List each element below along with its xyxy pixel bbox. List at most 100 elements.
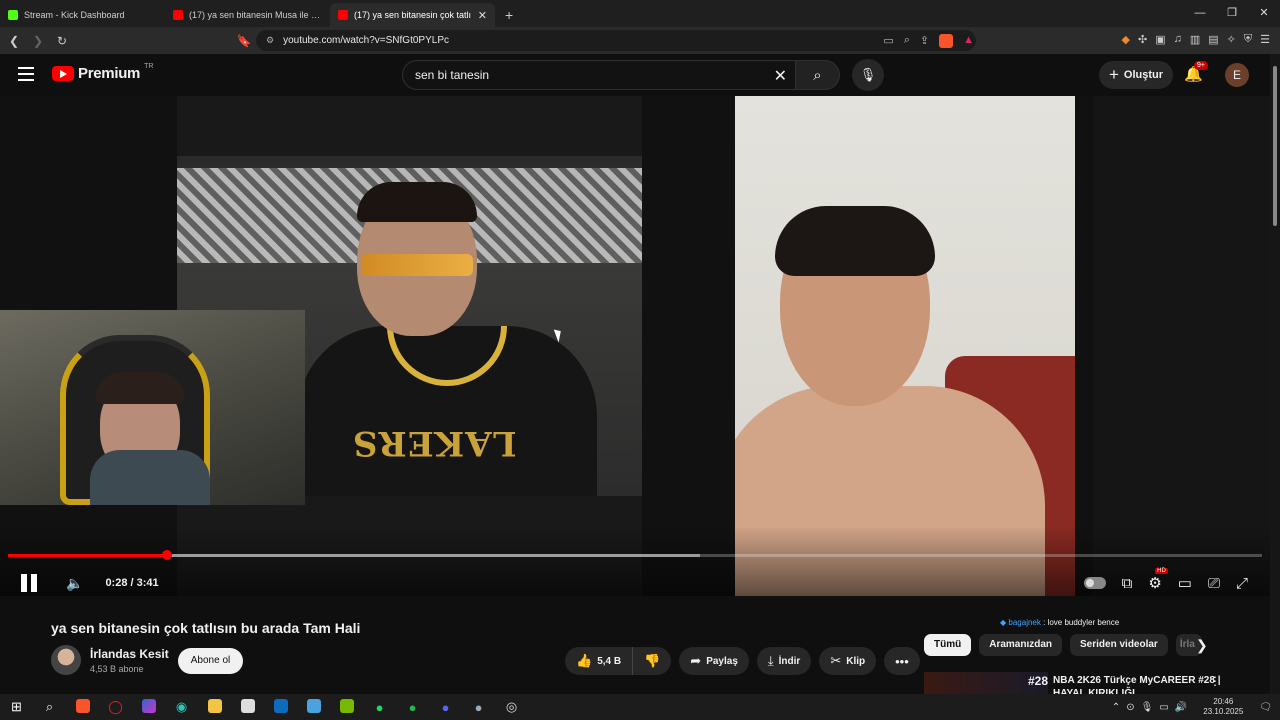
tab-kick-dashboard[interactable]: Stream - Kick Dashboard xyxy=(0,3,165,27)
video-player[interactable]: LAKERS 🔈 0:28 / 3:41 ⧉ ⚙ HD ▭ ⎚ ⤢ xyxy=(0,96,1270,596)
app-icon[interactable] xyxy=(297,698,330,716)
subscriber-count: 4,53 B abone xyxy=(90,664,144,674)
more-actions-button[interactable]: ••• xyxy=(884,647,920,675)
reload-icon[interactable]: ↻ xyxy=(52,34,72,48)
wallet-icon[interactable]: ▤ xyxy=(1208,33,1218,46)
screen-icon[interactable]: ▭ xyxy=(883,34,893,48)
obs-app-icon[interactable]: ◎ xyxy=(495,699,528,715)
gear-icon: ⚙ xyxy=(1148,575,1162,592)
network-icon[interactable]: ▭ xyxy=(1159,702,1168,713)
windows-start-icon[interactable]: ⊞ xyxy=(0,699,33,715)
recommended-video[interactable]: #28 NBA 2K26 Türkçe MyCAREER #28 | HAYAL… xyxy=(924,672,1270,694)
account-avatar[interactable]: E xyxy=(1225,63,1249,87)
volume-icon[interactable]: 🔈 xyxy=(66,575,83,592)
voice-search-button[interactable]: 🎙 xyxy=(852,59,884,91)
search-button[interactable]: ⌕ xyxy=(796,60,840,90)
channel-name[interactable]: İrlandas Kesit xyxy=(90,647,169,661)
progress-bar[interactable] xyxy=(8,550,1262,560)
new-tab-button[interactable]: + xyxy=(495,7,523,27)
opera-app-icon[interactable]: ◯ xyxy=(99,699,132,715)
subscribe-button[interactable]: Abone ol xyxy=(178,648,243,674)
dislike-button[interactable]: 👎 xyxy=(633,647,672,675)
like-dislike-group: 👍 5,4 B 👎 xyxy=(565,647,672,675)
screenshot-icon[interactable]: ▣ xyxy=(1155,33,1165,46)
chips-next-icon[interactable]: ❯ xyxy=(1196,637,1208,654)
notification-center-icon[interactable]: 🗨 xyxy=(1259,702,1272,713)
vpn-icon[interactable]: ⛨ xyxy=(1244,33,1252,46)
tab-youtube-sohbet[interactable]: (17) ya sen bitanesin Musa ile Sohbet xyxy=(165,3,330,27)
chip-series[interactable]: Seriden videolar xyxy=(1070,634,1168,656)
extension-icon[interactable]: ◆ xyxy=(1122,33,1130,46)
forward-icon[interactable]: ❯ xyxy=(28,34,48,48)
kebab-menu-icon[interactable]: ⋮ xyxy=(1209,674,1221,688)
back-icon[interactable]: ❮ xyxy=(4,34,24,48)
zoom-icon[interactable]: ⌕ xyxy=(904,34,910,48)
tray-expand-icon[interactable]: ⌃ xyxy=(1112,702,1120,713)
clear-search-icon[interactable]: ✕ xyxy=(774,66,787,86)
edge-app-icon[interactable]: ◉ xyxy=(165,699,198,715)
like-count: 5,4 B xyxy=(597,655,622,667)
store-app-icon[interactable] xyxy=(231,698,264,716)
taskbar-clock[interactable]: 20:46 23.10.2025 xyxy=(1203,697,1243,717)
tray-app-icon[interactable]: ⊙ xyxy=(1126,702,1134,713)
tab-label: (17) ya sen bitanesin Musa ile Sohbet xyxy=(189,10,322,20)
close-tab-icon[interactable]: ✕ xyxy=(478,9,487,22)
youtube-header: Premium TR sen bi tanesin ✕ ⌕ 🎙 + Oluştu… xyxy=(0,54,1280,96)
autoplay-toggle[interactable] xyxy=(1083,577,1106,589)
theater-mode-icon[interactable]: ▭ xyxy=(1178,574,1192,592)
notification-badge: 9+ xyxy=(1194,61,1208,70)
streamer-webcam xyxy=(0,310,305,505)
search-input[interactable]: sen bi tanesin ✕ xyxy=(402,60,796,90)
microphone-tray-icon[interactable]: 🎙 xyxy=(1141,702,1154,713)
chip-all[interactable]: Tümü xyxy=(924,634,972,656)
share-icon[interactable]: ⇪ xyxy=(920,34,929,48)
leo-icon[interactable]: ✧ xyxy=(1227,33,1236,46)
url-field[interactable]: ⚙ youtube.com/watch?v=SNfGt0PYLPc xyxy=(256,30,976,51)
youtube-premium-logo[interactable]: Premium TR xyxy=(52,63,154,82)
clip-button[interactable]: ✂ Klip xyxy=(819,647,877,675)
youtube-icon xyxy=(338,10,348,20)
cast-icon[interactable]: ⎚ xyxy=(1208,575,1220,592)
like-button[interactable]: 👍 5,4 B xyxy=(565,647,634,675)
steam-app-icon[interactable]: ● xyxy=(462,700,495,715)
menu-icon[interactable]: ☰ xyxy=(1260,33,1270,46)
spotify-app-icon[interactable]: ● xyxy=(396,700,429,715)
channel-avatar[interactable] xyxy=(51,645,81,675)
speaker-icon[interactable]: 🔊 xyxy=(1175,702,1187,713)
copilot-app-icon[interactable] xyxy=(132,698,165,716)
brave-app-icon[interactable] xyxy=(66,698,99,716)
whatsapp-app-icon[interactable]: ● xyxy=(363,700,396,715)
rewards-icon[interactable]: ▲ xyxy=(963,34,974,48)
logo-text: Premium xyxy=(78,65,141,82)
page-scrollbar[interactable] xyxy=(1270,54,1280,694)
folder-app-icon[interactable] xyxy=(198,698,231,716)
search-taskbar-icon[interactable]: ⌕ xyxy=(33,699,66,715)
maximize-icon[interactable]: ❐ xyxy=(1216,0,1248,27)
nvidia-app-icon[interactable] xyxy=(330,698,363,716)
pause-button[interactable] xyxy=(18,572,40,594)
download-button[interactable]: ⤓ İndir xyxy=(756,647,812,675)
discord-app-icon[interactable]: ● xyxy=(429,700,462,715)
brave-shields-icon[interactable] xyxy=(939,34,954,48)
site-info-icon[interactable]: ⚙ xyxy=(266,35,274,46)
notifications-button[interactable]: 🔔 9+ xyxy=(1184,61,1208,83)
settings-button[interactable]: ⚙ HD xyxy=(1148,568,1168,592)
bookmark-icon[interactable]: 🔖 xyxy=(234,34,254,48)
create-button[interactable]: + Oluştur xyxy=(1099,61,1173,89)
share-button[interactable]: ➦ Paylaş xyxy=(679,647,749,675)
hamburger-menu-icon[interactable] xyxy=(18,67,34,81)
fullscreen-icon[interactable]: ⤢ xyxy=(1236,575,1248,592)
close-window-icon[interactable]: ✕ xyxy=(1248,0,1280,27)
subtitles-icon[interactable]: ⧉ xyxy=(1122,575,1133,592)
puzzle-icon[interactable]: ✣ xyxy=(1138,33,1147,46)
create-label: Oluştur xyxy=(1123,69,1164,81)
clock-date: 23.10.2025 xyxy=(1203,707,1244,716)
chip-from-search[interactable]: Aramanızdan xyxy=(979,634,1063,656)
sidebar-icon[interactable]: ▥ xyxy=(1190,33,1200,46)
tab-youtube-active[interactable]: (17) ya sen bitanesin çok tatlı ✕ xyxy=(330,3,495,27)
media-icon[interactable]: ♫ xyxy=(1174,33,1182,46)
minimize-icon[interactable]: — xyxy=(1184,0,1216,27)
logo-region: TR xyxy=(144,63,154,70)
thumbnail-number: #28 xyxy=(1028,674,1049,688)
outlook-app-icon[interactable] xyxy=(264,698,297,716)
